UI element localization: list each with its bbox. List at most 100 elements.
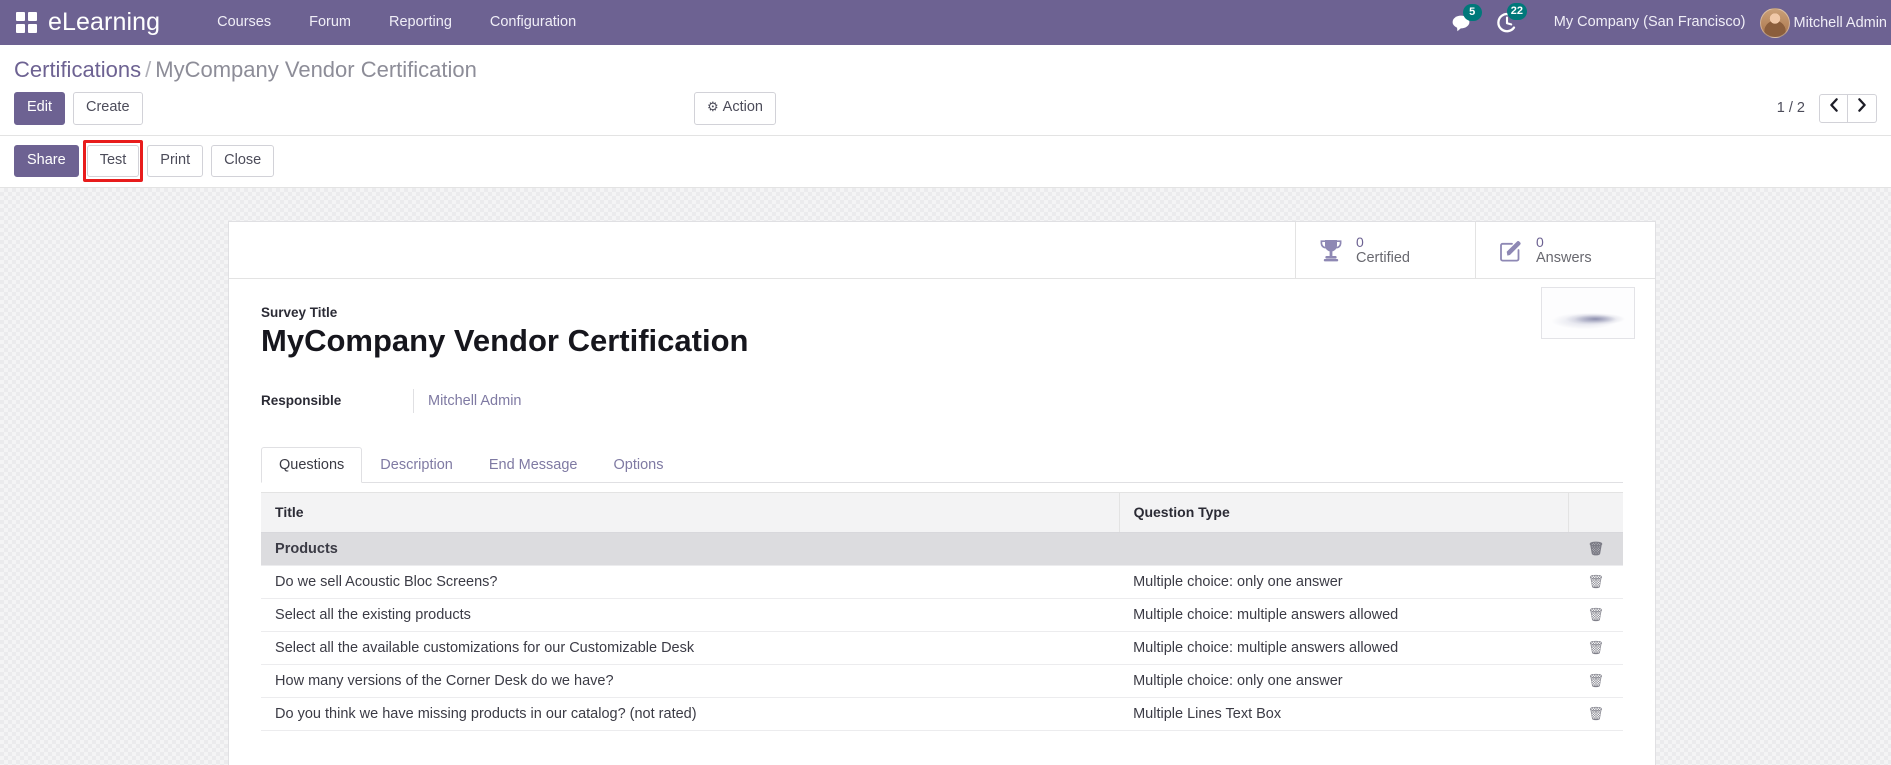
create-button[interactable]: Create — [73, 92, 143, 125]
breadcrumb-current: MyCompany Vendor Certification — [155, 57, 477, 82]
action-menu-wrap: ⚙ Action — [694, 92, 776, 125]
column-question-type[interactable]: Question Type — [1119, 491, 1570, 533]
pager-next-button[interactable] — [1848, 93, 1877, 123]
stat-certified-value: 0 — [1356, 233, 1364, 250]
notebook-tabs: Questions Description End Message Option… — [261, 446, 1623, 483]
responsible-label: Responsible — [261, 393, 342, 409]
activities-menu[interactable]: 22 — [1496, 2, 1527, 34]
breadcrumb: Certifications / MyCompany Vendor Certific… — [0, 45, 1891, 87]
apps-grid-icon[interactable] — [16, 11, 38, 34]
breadcrumb-root[interactable]: Certifications — [14, 57, 141, 82]
navbar-right: 5 22 My Company (San Francisco) Mitchell… — [1452, 0, 1891, 45]
stat-answers-label: Answers — [1536, 249, 1592, 266]
menu-item-reporting[interactable]: Reporting — [370, 0, 471, 45]
tab-description[interactable]: Description — [362, 447, 471, 483]
control-panel-buttons: Edit Create ⚙ Action 1 / 2 — [0, 87, 1891, 135]
row-delete-cell: 🗑 — [1569, 631, 1623, 664]
table-row[interactable]: Do you think we have missing products in… — [261, 697, 1623, 731]
chevron-right-icon — [1858, 98, 1866, 113]
row-delete-cell: 🗑 — [1569, 697, 1623, 730]
trash-icon[interactable]: 🗑 — [1588, 541, 1605, 556]
pencil-square-icon — [1498, 238, 1524, 263]
survey-statusbar: Share Test Print Close — [0, 135, 1891, 189]
column-title[interactable]: Title — [261, 491, 1120, 533]
user-menu[interactable]: Mitchell Admin — [1759, 7, 1891, 38]
stat-buttons-bar: 0 Certified 0 Answers — [229, 222, 1655, 280]
column-delete — [1568, 491, 1623, 533]
user-menu-label: Mitchell Admin — [1793, 14, 1887, 31]
action-button[interactable]: ⚙ Action — [694, 92, 776, 125]
company-switcher[interactable]: My Company (San Francisco) — [1540, 0, 1760, 45]
form-body: Survey Title MyCompany Vendor Certificat… — [229, 279, 1655, 731]
survey-cover-image[interactable] — [1541, 287, 1635, 340]
row-title: Select all the existing products — [275, 606, 471, 623]
row-question-type: Multiple Lines Text Box — [1133, 705, 1282, 722]
stat-button-certified[interactable]: 0 Certified — [1295, 222, 1475, 279]
form-sheet: 0 Certified 0 Answers Survey Title MyCom… — [228, 221, 1656, 765]
activities-badge: 22 — [1506, 2, 1527, 20]
questions-table-head: Title Question Type — [261, 491, 1623, 533]
print-button[interactable]: Print — [147, 144, 204, 178]
pager-buttons — [1819, 93, 1877, 123]
trash-icon[interactable]: 🗑 — [1588, 574, 1605, 589]
stat-certified-text: 0 Certified — [1356, 234, 1410, 267]
table-row[interactable]: Products 🗑 — [261, 532, 1623, 566]
action-button-label: Action — [722, 99, 763, 115]
avatar — [1759, 7, 1790, 38]
questions-table: Title Question Type Products 🗑 Do we sel… — [261, 491, 1623, 731]
table-row[interactable]: Select all the existing products Multipl… — [261, 598, 1623, 632]
menu-item-configuration[interactable]: Configuration — [471, 0, 595, 45]
questions-table-body: Products 🗑 Do we sell Acoustic Bloc Scre… — [261, 532, 1623, 731]
trash-icon[interactable]: 🗑 — [1588, 706, 1605, 721]
menu-item-forum[interactable]: Forum — [290, 0, 370, 45]
chevron-left-icon — [1829, 98, 1838, 113]
row-delete-cell: 🗑 — [1569, 598, 1623, 631]
pager-previous-button[interactable] — [1819, 93, 1848, 123]
table-row[interactable]: How many versions of the Corner Desk do … — [261, 664, 1623, 698]
row-title: Do we sell Acoustic Bloc Screens? — [275, 573, 498, 590]
stat-answers-text: 0 Answers — [1536, 234, 1592, 267]
share-button[interactable]: Share — [14, 144, 79, 178]
top-navbar: eLearning Courses Forum Reporting Config… — [0, 0, 1891, 45]
row-delete-cell: 🗑 — [1569, 532, 1623, 565]
edit-button[interactable]: Edit — [14, 92, 65, 125]
stat-button-answers[interactable]: 0 Answers — [1475, 222, 1655, 279]
tab-end-message[interactable]: End Message — [471, 447, 596, 483]
trophy-icon — [1318, 238, 1344, 263]
test-button[interactable]: Test — [86, 144, 140, 178]
survey-title-value[interactable]: MyCompany Vendor Certification — [261, 323, 1623, 359]
pager-counter: 1 / 2 — [1776, 100, 1805, 117]
breadcrumb-separator: / — [145, 57, 152, 82]
row-title: Products — [275, 540, 338, 557]
trash-icon[interactable]: 🗑 — [1588, 607, 1605, 622]
row-question-type: Multiple choice: only one answer — [1133, 573, 1343, 590]
messages-badge: 5 — [1462, 4, 1482, 21]
menu-item-courses[interactable]: Courses — [198, 0, 290, 45]
table-row[interactable]: Select all the available customizations … — [261, 631, 1623, 665]
record-pager: 1 / 2 — [1776, 93, 1877, 123]
app-brand[interactable]: eLearning — [48, 8, 160, 37]
tab-questions[interactable]: Questions — [261, 446, 363, 483]
trash-icon[interactable]: 🗑 — [1588, 673, 1605, 688]
row-delete-cell: 🗑 — [1569, 664, 1623, 697]
stat-certified-label: Certified — [1356, 249, 1410, 266]
trash-icon[interactable]: 🗑 — [1588, 640, 1605, 655]
row-question-type — [1119, 532, 1568, 565]
responsible-field: Responsible Mitchell Admin — [261, 388, 1623, 413]
responsible-value[interactable]: Mitchell Admin — [413, 388, 521, 413]
messages-menu[interactable]: 5 — [1452, 4, 1482, 32]
main-menu: Courses Forum Reporting Configuration — [198, 0, 595, 45]
row-question-type: Multiple choice: multiple answers allowe… — [1133, 639, 1399, 656]
row-question-type: Multiple choice: multiple answers allowe… — [1133, 606, 1399, 623]
tab-options[interactable]: Options — [596, 447, 682, 483]
table-row[interactable]: Do we sell Acoustic Bloc Screens? Multip… — [261, 565, 1623, 599]
table-header-row: Title Question Type — [261, 491, 1623, 533]
survey-title-label: Survey Title — [261, 305, 338, 321]
stat-answers-value: 0 — [1536, 233, 1544, 250]
row-title: How many versions of the Corner Desk do … — [275, 672, 614, 689]
control-panel: Certifications / MyCompany Vendor Certific… — [0, 45, 1891, 136]
row-question-type: Multiple choice: only one answer — [1133, 672, 1343, 689]
close-button[interactable]: Close — [211, 144, 275, 178]
form-background: 0 Certified 0 Answers Survey Title MyCom… — [0, 188, 1891, 765]
row-title: Do you think we have missing products in… — [275, 705, 697, 722]
